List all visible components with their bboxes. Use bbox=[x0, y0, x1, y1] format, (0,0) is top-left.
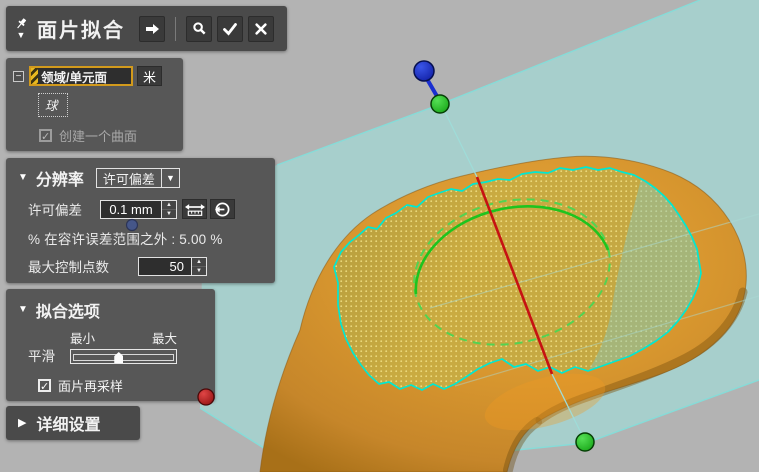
deviation-stepper[interactable]: ▲ ▼ bbox=[162, 200, 177, 219]
next-stage-button[interactable] bbox=[139, 16, 165, 42]
detail-settings-button[interactable]: ▶ 详细设置 bbox=[6, 406, 140, 440]
collapse-panel-icon[interactable]: ▼ bbox=[17, 31, 26, 39]
stepper-up-icon[interactable]: ▲ bbox=[192, 258, 206, 267]
max-control-points-input[interactable]: 50 bbox=[138, 257, 192, 276]
dropdown-value: 许可偏差 bbox=[97, 169, 161, 188]
create-surface-label: 创建一个曲面 bbox=[59, 126, 137, 145]
collapse-section-icon[interactable]: ▼ bbox=[18, 306, 28, 314]
deviation-input[interactable]: 0.1 mm bbox=[100, 200, 162, 219]
close-icon bbox=[254, 22, 268, 36]
smooth-slider-track[interactable] bbox=[70, 349, 177, 364]
control-point-green-bottom[interactable] bbox=[576, 433, 594, 451]
resample-checkbox[interactable]: ✓ bbox=[38, 379, 51, 392]
region-group-panel: − 领域/单元面 米 球 ✓ 创建一个曲面 bbox=[6, 58, 183, 151]
region-input-field[interactable]: 领域/单元面 bbox=[29, 66, 133, 86]
check-icon bbox=[222, 21, 238, 37]
ok-button[interactable] bbox=[217, 16, 243, 42]
multi-select-button[interactable]: 米 bbox=[137, 66, 162, 86]
measure-distance-button[interactable] bbox=[182, 199, 207, 219]
fit-options-group-panel: ▼ 拟合选项 平滑 最小 最大 ✓ 面片再采样 bbox=[6, 289, 215, 401]
stepper-down-icon[interactable]: ▼ bbox=[162, 210, 176, 218]
resolution-mode-dropdown[interactable]: 许可偏差 ▼ bbox=[96, 168, 180, 188]
resolution-title: 分辨率 bbox=[36, 166, 84, 190]
ruler-icon bbox=[185, 202, 205, 217]
estimate-button[interactable] bbox=[210, 199, 235, 219]
create-surface-checkbox: ✓ bbox=[39, 129, 52, 142]
detail-settings-label: 详细设置 bbox=[36, 411, 100, 435]
stepper-up-icon[interactable]: ▲ bbox=[162, 201, 176, 210]
resample-label: 面片再采样 bbox=[58, 376, 123, 395]
chevron-down-icon[interactable]: ▼ bbox=[161, 169, 179, 187]
out-of-tolerance-text: % 在容许误差范围之外 : 5.00 % bbox=[28, 228, 275, 248]
control-point-green-top[interactable] bbox=[431, 95, 449, 113]
stepper-down-icon[interactable]: ▼ bbox=[192, 267, 206, 275]
max-control-points-stepper[interactable]: ▲ ▼ bbox=[192, 257, 207, 276]
control-point-blue[interactable] bbox=[414, 61, 434, 81]
arrow-right-icon bbox=[144, 21, 160, 37]
max-control-points-label: 最大控制点数 bbox=[28, 256, 138, 276]
smooth-label: 平滑 bbox=[28, 345, 70, 365]
preview-button[interactable] bbox=[186, 16, 212, 42]
slider-groove bbox=[73, 354, 174, 361]
slider-max-label: 最大 bbox=[152, 328, 177, 347]
magnifier-icon bbox=[192, 21, 207, 36]
pin-icon[interactable] bbox=[14, 17, 28, 31]
selected-entity-chip[interactable]: 球 bbox=[38, 93, 68, 117]
expand-section-icon: ▶ bbox=[18, 419, 26, 427]
cancel-button[interactable] bbox=[248, 16, 274, 42]
fit-options-title: 拟合选项 bbox=[36, 298, 100, 322]
region-field-label: 领域/单元面 bbox=[38, 67, 107, 86]
mesh-fit-header-panel: ▼ 面片拟合 bbox=[6, 6, 287, 51]
toolbar-separator bbox=[175, 17, 176, 41]
active-field-hatch bbox=[31, 68, 38, 84]
deviation-label: 许可偏差 bbox=[28, 199, 100, 219]
collapse-tree-button[interactable]: − bbox=[13, 71, 24, 82]
page-title: 面片拟合 bbox=[37, 14, 125, 43]
slider-min-label: 最小 bbox=[70, 328, 95, 347]
resolution-group-panel: ▼ 分辨率 许可偏差 ▼ 许可偏差 0.1 mm ▲ ▼ bbox=[6, 158, 275, 283]
collapse-section-icon[interactable]: ▼ bbox=[18, 174, 28, 182]
rotate-estimate-icon bbox=[214, 201, 231, 218]
